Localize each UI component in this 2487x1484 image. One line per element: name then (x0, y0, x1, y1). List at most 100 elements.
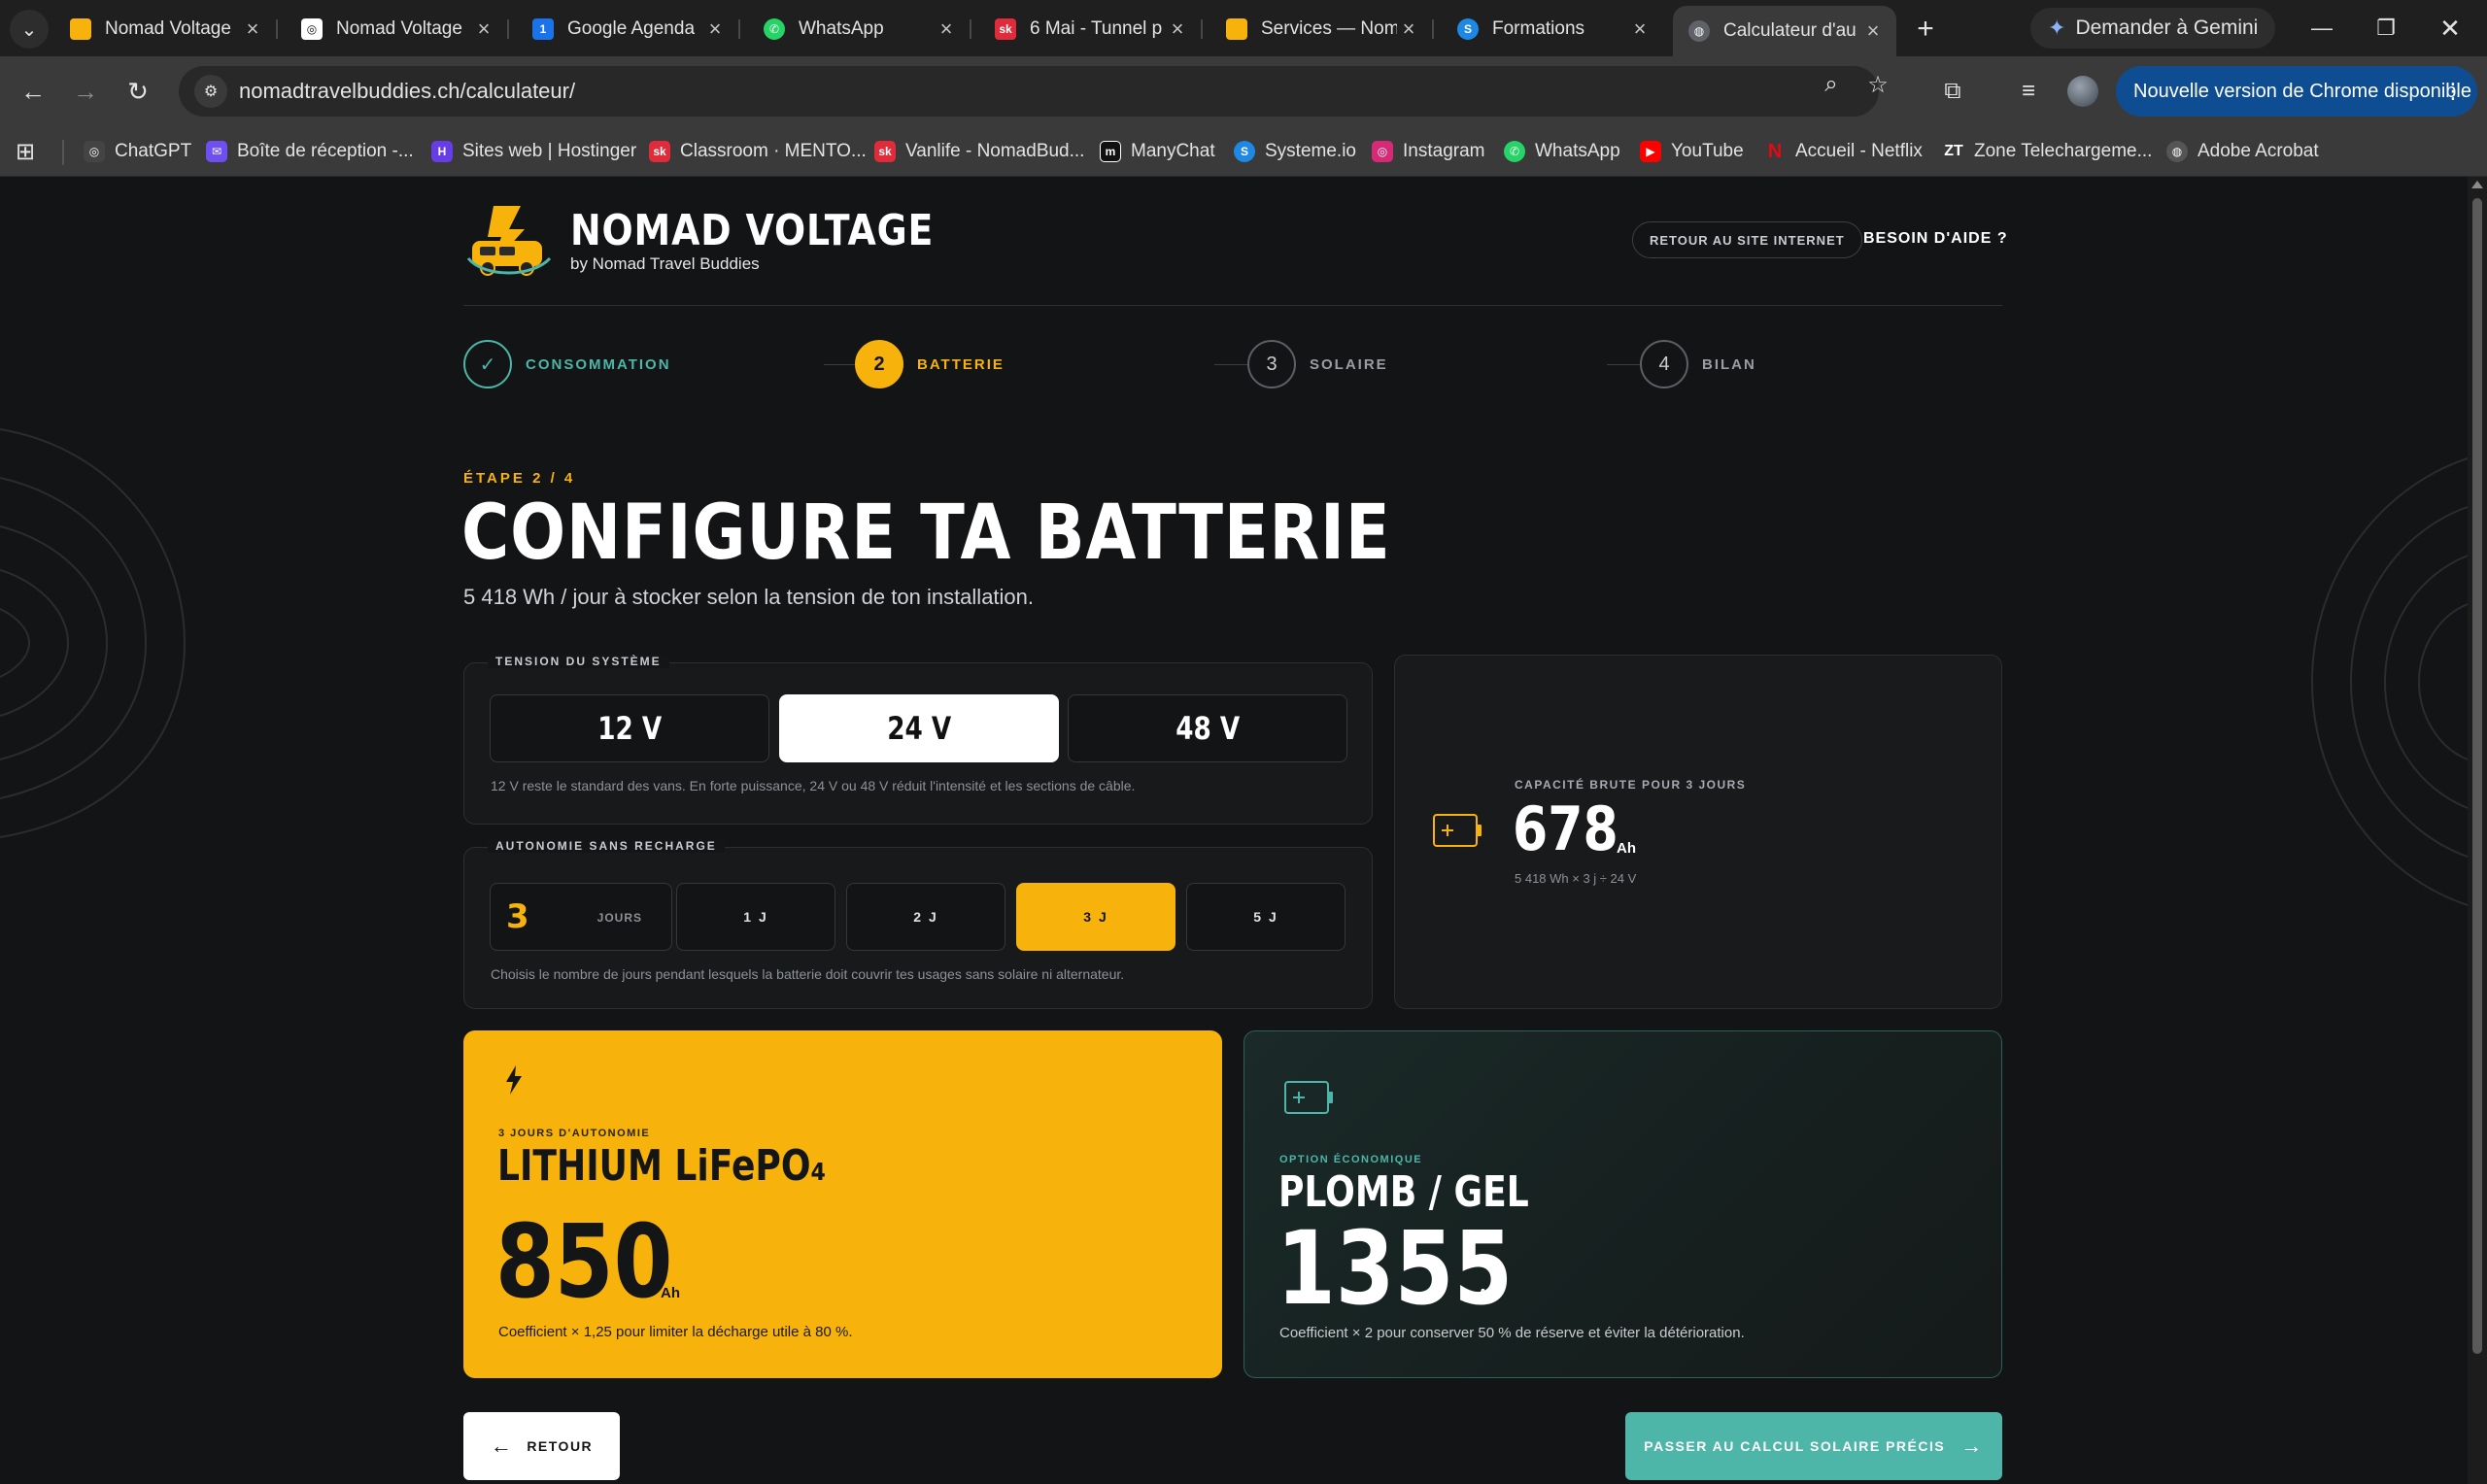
days-2-button[interactable]: 2 J (846, 883, 1005, 951)
reload-icon[interactable]: ↻ (119, 72, 157, 111)
page-scrollbar[interactable] (2468, 177, 2487, 1484)
tab-title: 6 Mai - Tunnel p (1030, 18, 1163, 39)
close-icon[interactable]: × (472, 17, 495, 42)
close-icon[interactable]: × (1397, 17, 1420, 42)
profile-avatar[interactable] (2067, 76, 2098, 107)
new-tab-button[interactable]: + (1906, 10, 1945, 49)
sk-icon: sk (874, 141, 896, 162)
tab-title: Nomad Voltage (105, 18, 231, 39)
tab-search-chevron-icon[interactable]: ⌄ (10, 10, 49, 49)
tab-title: Calculateur d'au (1723, 20, 1857, 41)
media-control-icon[interactable]: ≡ (2009, 72, 2048, 111)
tab-services[interactable]: Services — Nom × (1210, 8, 1434, 51)
step-solaire[interactable]: 3 SOLAIRE (1247, 340, 1388, 388)
step-eyebrow: ÉTAPE 2 / 4 (463, 470, 576, 487)
gemini-button[interactable]: ✦ Demander à Gemini (2030, 8, 2276, 49)
days-5-button[interactable]: 5 J (1186, 883, 1346, 951)
address-bar[interactable]: ⚙ nomadtravelbuddies.ch/calculateur/ (179, 66, 1879, 117)
back-arrow-icon[interactable]: ← (14, 72, 52, 111)
zoom-icon[interactable]: ⌕ (1817, 70, 1846, 99)
battery-plus-icon (1284, 1081, 1333, 1114)
bookmark-item[interactable]: ◎ Instagram (1372, 136, 1484, 167)
bookmark-item[interactable]: ZT Zone Telechargeme... (1943, 136, 2152, 167)
bookmark-item[interactable]: sk Classroom · MENTO... (649, 136, 867, 167)
bookmark-label: Vanlife - NomadBud... (905, 141, 1085, 161)
bookmark-item[interactable]: N Accueil - Netflix (1764, 136, 1923, 167)
step-label: SOLAIRE (1310, 355, 1388, 373)
close-icon[interactable]: × (1166, 17, 1189, 42)
voltage-panel: TENSION DU SYSTÈME 12 V 24 V 48 V 12 V r… (463, 655, 1373, 825)
next-solar-button[interactable]: PASSER AU CALCUL SOLAIRE PRÉCIS → (1625, 1412, 2002, 1480)
bookmark-item[interactable]: ✉ Boîte de réception -... (206, 136, 414, 167)
close-icon[interactable]: × (1861, 18, 1885, 44)
contour-decoration-right (2310, 457, 2468, 906)
nomad-logo-icon (1226, 18, 1247, 40)
close-icon[interactable]: × (703, 17, 727, 42)
extensions-icon[interactable]: ⧉ (1933, 72, 1972, 111)
forward-arrow-icon[interactable]: → (66, 72, 105, 111)
tab-calculateur[interactable]: ◍ Calculateur d'au × (1673, 6, 1896, 56)
brand-title: NOMAD VOLTAGE (570, 206, 935, 255)
brand-subtitle: by Nomad Travel Buddies (570, 254, 760, 273)
tab-whatsapp[interactable]: ✆ WhatsApp × (748, 8, 971, 51)
scrollbar-thumb[interactable] (2472, 198, 2482, 1354)
restore-icon[interactable]: ❐ (2359, 8, 2413, 49)
tab-title: WhatsApp (799, 18, 884, 39)
voltage-48v-button[interactable]: 48 V (1068, 694, 1347, 762)
site-settings-icon[interactable]: ⚙ (194, 75, 227, 108)
globe-icon: ◍ (1688, 20, 1710, 42)
bookmarks-divider (62, 140, 64, 165)
lead-gel-card: OPTION ÉCONOMIQUE PLOMB / GEL 1355 Ah Co… (1244, 1030, 2002, 1378)
close-icon[interactable]: × (241, 17, 264, 42)
bookmark-item[interactable]: sk Vanlife - NomadBud... (874, 136, 1084, 167)
bookmark-item[interactable]: ✆ WhatsApp (1504, 136, 1620, 167)
chrome-update-button[interactable]: Nouvelle version de Chrome disponible ⋮ (2116, 66, 2477, 117)
bookmark-item[interactable]: ◎ ChatGPT (84, 136, 191, 167)
bookmark-item[interactable]: ◍ Adobe Acrobat (2166, 136, 2319, 167)
step-connector (1214, 364, 1247, 365)
bookmark-label: ChatGPT (115, 141, 192, 161)
page-title: CONFIGURE TA BATTERIE (461, 489, 1391, 577)
help-link[interactable]: BESOIN D'AIDE ? (1863, 230, 2008, 248)
voltage-24v-button[interactable]: 24 V (779, 694, 1059, 762)
tab-google-agenda[interactable]: 1 Google Agenda × (517, 8, 740, 51)
bookmark-item[interactable]: H Sites web | Hostinger (431, 136, 636, 167)
minimize-icon[interactable]: — (2295, 8, 2349, 49)
window-close-icon[interactable]: ✕ (2423, 8, 2477, 49)
arrow-left-icon: ← (490, 1433, 514, 1458)
close-icon[interactable]: × (935, 17, 958, 42)
tab-nomad-voltage-1[interactable]: Nomad Voltage × (54, 8, 278, 51)
step-bilan[interactable]: 4 BILAN (1640, 340, 1756, 388)
more-vert-icon[interactable]: ⋮ (2442, 79, 2464, 104)
gemini-sparkle-icon: ✦ (2048, 16, 2066, 40)
back-button[interactable]: ← RETOUR (463, 1412, 620, 1480)
step-connector (1607, 364, 1640, 365)
lightning-icon (506, 1065, 522, 1095)
tab-title: Google Agenda (567, 18, 696, 39)
apps-grid-icon[interactable]: ⊞ (16, 138, 43, 165)
back-to-site-button[interactable]: RETOUR AU SITE INTERNET (1632, 221, 1862, 258)
bookmark-item[interactable]: S Systeme.io (1234, 136, 1356, 167)
bookmark-label: YouTube (1671, 141, 1744, 161)
scroll-up-icon[interactable] (2471, 181, 2483, 188)
voltage-12v-button[interactable]: 12 V (490, 694, 769, 762)
step-batterie[interactable]: 2 BATTERIE (855, 340, 1005, 388)
days-input[interactable]: 3 JOURS (490, 883, 672, 951)
tab-formations[interactable]: S Formations × (1442, 8, 1663, 51)
bookmark-item[interactable]: m ManyChat (1100, 136, 1215, 167)
lithium-title: LITHIUM LiFePO₄ (497, 1141, 827, 1191)
close-icon[interactable]: × (1628, 17, 1652, 42)
bookmark-star-icon[interactable]: ☆ (1863, 70, 1892, 99)
step-label: CONSOMMATION (526, 355, 671, 373)
days-1-button[interactable]: 1 J (676, 883, 835, 951)
gemini-label: Demander à Gemini (2075, 17, 2259, 39)
step-consommation[interactable]: ✓ CONSOMMATION (463, 340, 671, 388)
bookmark-label: Adobe Acrobat (2197, 141, 2319, 161)
tab-nomad-voltage-2[interactable]: ◎ Nomad Voltage × (286, 8, 509, 51)
bookmark-item[interactable]: ▶ YouTube (1640, 136, 1744, 167)
instagram-icon: ◎ (1372, 141, 1393, 162)
tab-tunnel[interactable]: sk 6 Mai - Tunnel p × (979, 8, 1203, 51)
systeme-icon: S (1234, 141, 1255, 162)
days-3-button[interactable]: 3 J (1016, 883, 1175, 951)
tab-title: Formations (1492, 18, 1585, 39)
